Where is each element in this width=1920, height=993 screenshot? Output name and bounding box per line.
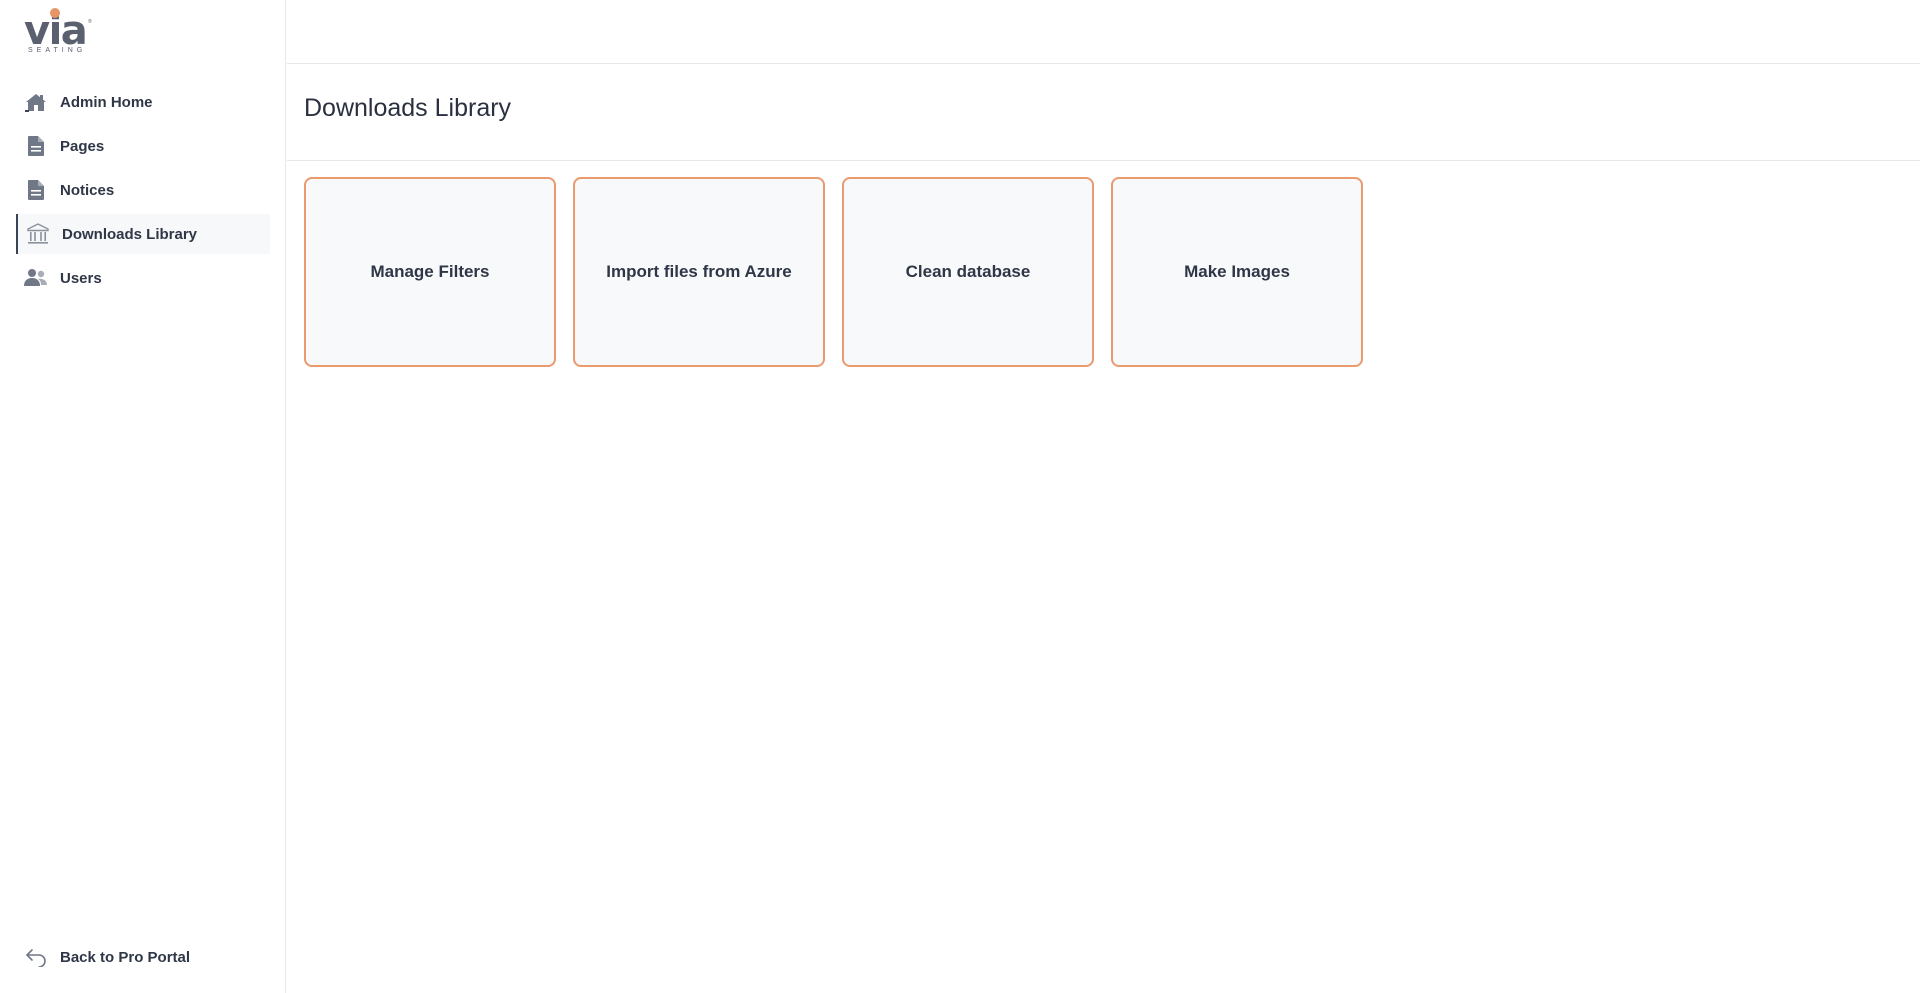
logo-dot [50, 8, 60, 18]
import-files-from-azure-card[interactable]: Import files from Azure [573, 177, 825, 367]
via-seating-logo[interactable]: via ® SEATING [24, 7, 94, 59]
logo-tagline: SEATING [28, 47, 87, 54]
sidebar-item-label: Admin Home [60, 93, 153, 111]
back-link-label: Back to Pro Portal [60, 948, 191, 966]
house-icon [24, 90, 48, 114]
sidebar-item-label: Pages [60, 137, 105, 155]
page-header: Downloads Library [287, 64, 1920, 161]
sidebar-item-notices[interactable]: Notices [16, 170, 270, 210]
manage-filters-card[interactable]: Manage Filters [304, 177, 556, 367]
sidebar: via ® SEATING Admin Home Pages Notices D… [0, 0, 286, 993]
undo-arrow-icon [24, 945, 48, 969]
card-label: Manage Filters [370, 262, 490, 281]
sidebar-item-label: Users [60, 269, 102, 287]
sidebar-item-users[interactable]: Users [16, 258, 270, 298]
back-to-pro-portal-link[interactable]: Back to Pro Portal [16, 937, 266, 977]
clean-database-card[interactable]: Clean database [842, 177, 1094, 367]
card-label: Import files from Azure [606, 262, 792, 281]
sidebar-item-label: Downloads Library [62, 225, 198, 243]
action-cards: Manage Filters Import files from Azure C… [304, 177, 1363, 367]
sidebar-nav: Admin Home Pages Notices Downloads Libra… [0, 82, 286, 302]
top-bar [287, 0, 1920, 64]
card-label: Make Images [1184, 262, 1290, 281]
sidebar-item-pages[interactable]: Pages [16, 126, 270, 166]
sidebar-item-admin-home[interactable]: Admin Home [16, 82, 270, 122]
file-icon [24, 134, 48, 158]
page-title: Downloads Library [304, 94, 512, 122]
sidebar-item-label: Notices [60, 181, 115, 199]
make-images-card[interactable]: Make Images [1111, 177, 1363, 367]
users-icon [24, 266, 48, 290]
sidebar-item-downloads-library[interactable]: Downloads Library [16, 214, 270, 254]
file-icon [24, 178, 48, 202]
logo-registered-mark: ® [88, 19, 92, 25]
building-columns-icon [26, 222, 50, 246]
card-label: Clean database [905, 262, 1031, 281]
